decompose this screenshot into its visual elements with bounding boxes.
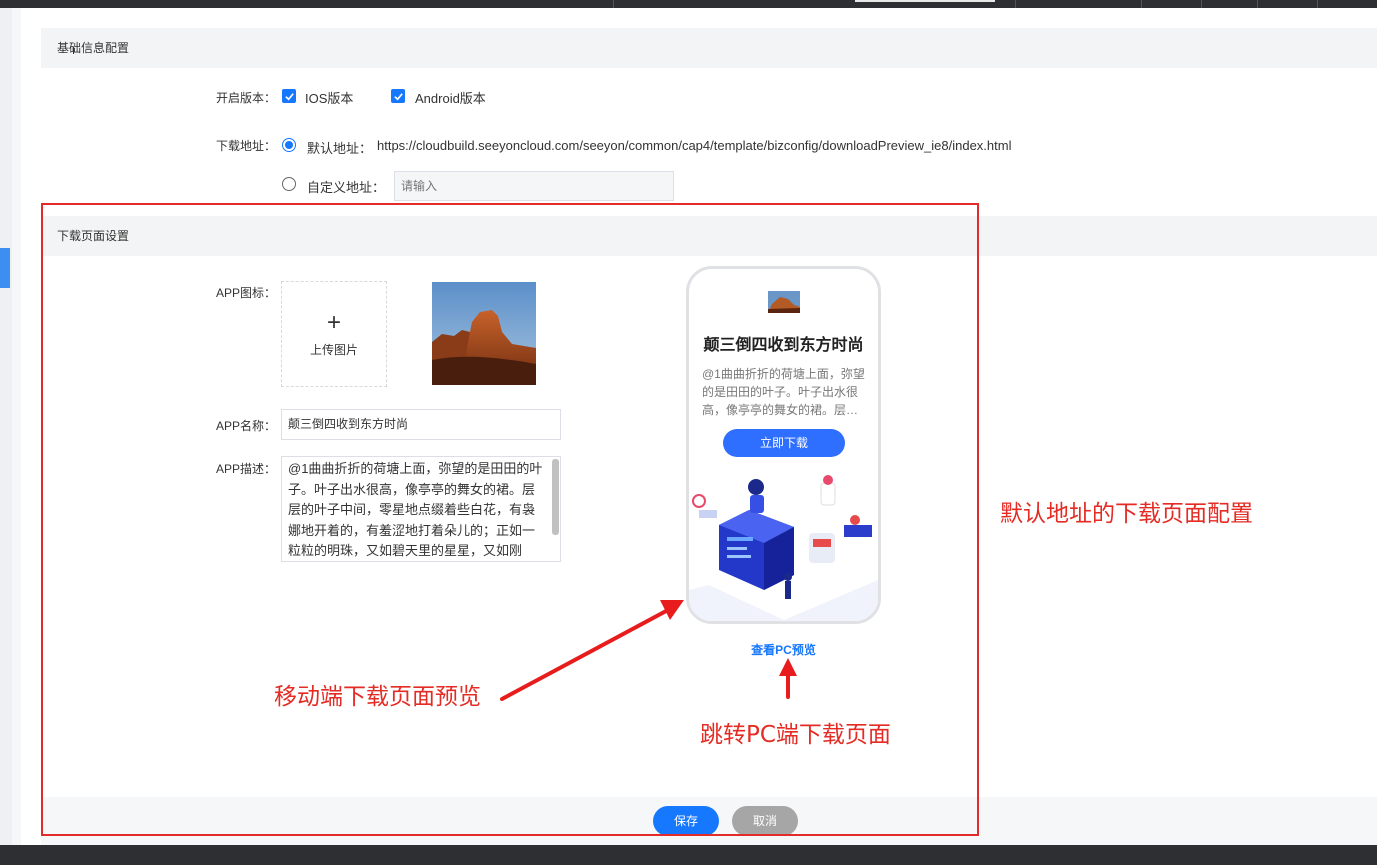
arrow-to-mobile-preview-icon [500, 600, 684, 701]
arrow-to-pc-preview-icon [779, 658, 797, 699]
annotation-arrows [500, 600, 797, 701]
